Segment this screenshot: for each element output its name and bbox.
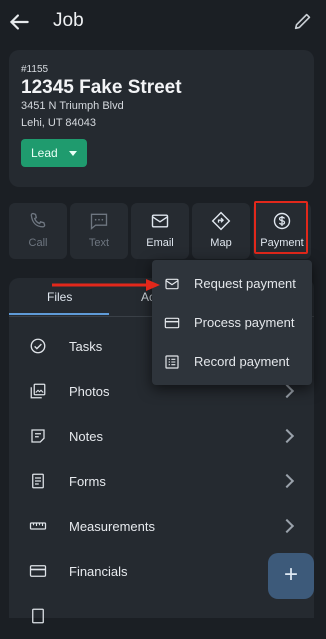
menu-item-request-payment[interactable]: Request payment [152, 266, 312, 302]
email-label: Email [146, 237, 174, 249]
chevron-down-icon [69, 151, 77, 156]
add-button[interactable]: + [268, 553, 314, 599]
edit-pencil-icon[interactable] [292, 10, 314, 32]
job-city-line: Lehi, UT 84043 [21, 117, 97, 129]
list-item-label: Photos [69, 384, 110, 399]
menu-item-label: Request payment [194, 276, 296, 291]
plus-icon: + [283, 561, 298, 588]
annotation-arrow-icon [52, 279, 160, 291]
chevron-right-icon [279, 518, 295, 534]
document-icon [32, 608, 44, 624]
menu-item-label: Process payment [194, 315, 295, 330]
chevron-right-icon [279, 428, 295, 444]
menu-item-process-payment[interactable]: Process payment [152, 305, 312, 341]
list-item-label: Notes [69, 429, 103, 444]
job-street: 12345 Fake Street [21, 77, 182, 98]
call-label: Call [28, 237, 48, 249]
notes-icon [31, 429, 45, 443]
active-tab-indicator [9, 313, 109, 315]
photos-icon [30, 383, 46, 399]
menu-item-record-payment[interactable]: Record payment [152, 344, 312, 380]
map-button[interactable]: Map [192, 203, 250, 259]
chevron-right-icon [279, 383, 295, 399]
page-title: Job [53, 10, 84, 31]
menu-item-label: Record payment [194, 354, 290, 369]
card-icon [164, 317, 180, 329]
phone-icon [30, 212, 46, 228]
status-label: Lead [31, 146, 58, 160]
message-icon [90, 213, 108, 230]
list-item-measurements[interactable]: Measurements [9, 505, 314, 549]
mail-icon [151, 214, 169, 228]
list-item-partial [9, 595, 314, 639]
top-app-bar: Job [0, 0, 326, 44]
payment-menu: Request payment Process payment Record p… [152, 260, 312, 385]
chevron-right-icon [279, 473, 295, 489]
status-dropdown[interactable]: Lead [21, 139, 87, 167]
tab-files[interactable]: Files [47, 290, 72, 304]
check-circle-icon [30, 338, 46, 354]
ruler-icon [29, 522, 47, 530]
job-number: #1155 [21, 64, 49, 75]
payment-highlight-box [254, 201, 308, 254]
list-item-label: Measurements [69, 519, 155, 534]
job-summary-card: #1155 12345 Fake Street 3451 N Triumph B… [9, 50, 314, 187]
card-icon [29, 565, 47, 577]
text-button[interactable]: Text [70, 203, 128, 259]
list-item-forms[interactable]: Forms [9, 460, 314, 504]
email-button[interactable]: Email [131, 203, 189, 259]
map-label: Map [210, 237, 232, 249]
list-item-notes[interactable]: Notes [9, 415, 314, 459]
back-arrow-icon[interactable] [6, 9, 32, 35]
list-item-label: Tasks [69, 339, 103, 354]
list-item-label: Financials [69, 564, 128, 579]
list-item-label: Forms [69, 474, 106, 489]
job-address-line: 3451 N Triumph Blvd [21, 100, 124, 112]
text-label: Text [88, 237, 110, 249]
forms-icon [32, 473, 44, 489]
mail-icon [165, 278, 179, 290]
directions-icon [211, 211, 231, 231]
record-icon [165, 355, 179, 369]
call-button[interactable]: Call [9, 203, 67, 259]
